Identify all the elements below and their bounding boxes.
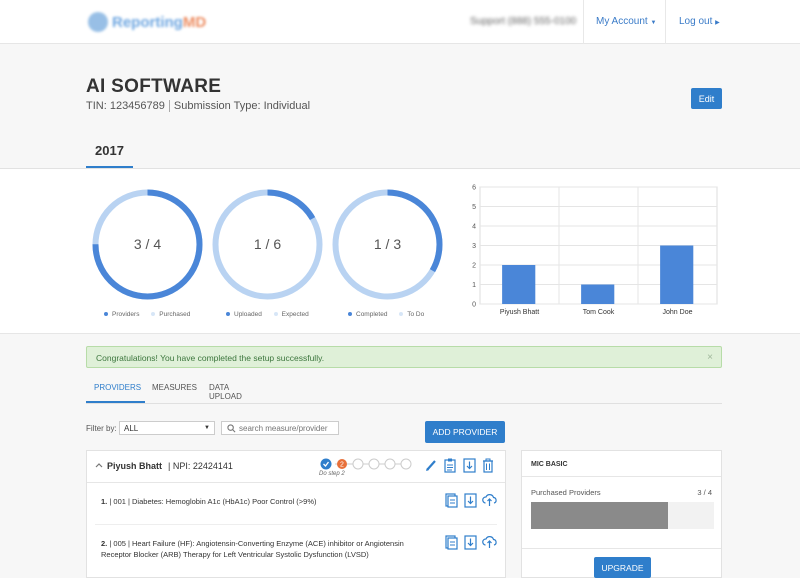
practice-subtitle: TIN: 123456789 Submission Type: Individua… [86, 100, 311, 113]
uploads-legend: Uploaded Expected [226, 311, 319, 318]
x-tick-label: Tom Cook [583, 309, 615, 316]
logo-mark-icon [88, 12, 108, 32]
edit-button[interactable]: Edit [691, 88, 722, 109]
measure-row: 1. | 001 | Diabetes: Hemoglobin A1c (HbA… [101, 497, 317, 506]
filter-label: Filter by: [86, 424, 117, 433]
cloud-upload-icon[interactable] [482, 535, 497, 549]
y-tick-label: 2 [472, 263, 476, 270]
y-tick-label: 1 [472, 282, 476, 289]
search-input[interactable] [239, 423, 337, 434]
donut-value: 3 / 4 [133, 236, 162, 252]
bar [502, 265, 536, 304]
y-tick-label: 3 [472, 243, 476, 250]
subscription-panel: MIC BASIC Purchased Providers 3 / 4 UPGR… [521, 450, 722, 578]
divider [168, 100, 170, 113]
cloud-upload-icon[interactable] [482, 493, 497, 507]
y-tick-label: 4 [472, 224, 476, 231]
donut-value: 1 / 3 [373, 236, 402, 252]
provider-card-header: Piyush Bhatt | NPI: 22424141 2 Do step 2 [87, 451, 505, 483]
pencil-icon[interactable] [425, 458, 437, 472]
bar [660, 245, 694, 304]
logout-link[interactable]: Log out ▶ [679, 16, 720, 27]
file-upload-icon[interactable] [445, 535, 458, 550]
search-icon [227, 424, 236, 433]
alert-message: Congratulations! You have completed the … [96, 353, 325, 363]
check-icon [320, 458, 332, 470]
chevron-up-icon[interactable] [95, 462, 103, 468]
download-icon[interactable] [464, 493, 477, 508]
logo[interactable]: ReportingMD [88, 8, 206, 36]
purchased-providers-count: 3 / 4 [697, 488, 712, 497]
nav-divider [583, 0, 584, 44]
filter-selected-value: ALL [124, 424, 139, 433]
purchased-progress-track [531, 502, 714, 529]
providers-donut: 3 / 4 [90, 187, 205, 302]
close-icon[interactable]: × [707, 352, 713, 363]
file-upload-icon[interactable] [445, 493, 458, 508]
purchased-progress-fill [531, 502, 669, 529]
caret-down-icon: ▼ [650, 20, 657, 26]
tin-text: TIN: 123456789 [86, 100, 165, 112]
y-tick-label: 6 [472, 185, 476, 192]
top-bar: ReportingMD Support (888) 555-0100 My Ac… [0, 0, 800, 44]
caret-right-icon: ▶ [715, 20, 720, 26]
tab-year[interactable]: 2017 [86, 143, 133, 169]
provider-npi: | NPI: 22424141 [168, 461, 233, 471]
search-box[interactable] [221, 421, 339, 435]
my-account-menu[interactable]: My Account ▼ [596, 16, 656, 27]
completed-donut: 1 / 3 [330, 187, 445, 302]
uploads-donut: 1 / 6 [210, 187, 325, 302]
support-phone: Support (888) 555-0100 [470, 16, 577, 27]
trash-icon[interactable] [482, 458, 494, 473]
tab-measures[interactable]: MEASURES [152, 383, 197, 404]
donut-value: 1 / 6 [253, 236, 282, 252]
step-badge-number: 2 [340, 462, 344, 469]
download-icon[interactable] [464, 535, 477, 550]
tab-providers[interactable]: PROVIDERS [86, 383, 145, 404]
y-tick-label: 0 [472, 302, 476, 309]
step-caption: Do step 2 [319, 471, 345, 477]
divider [86, 403, 722, 404]
measure-row: 2. | 005 | Heart Failure (HF): Angiotens… [101, 539, 404, 559]
page-title: AI SOFTWARE [86, 76, 222, 97]
nav-divider [665, 0, 666, 44]
bar-chart-svg: 0 1 2 3 4 5 6 Piyush Bhatt Tom Cook John Doe [472, 185, 718, 316]
x-tick-label: Piyush Bhatt [500, 309, 539, 316]
add-provider-button[interactable]: ADD PROVIDER [425, 421, 505, 443]
plan-title: MIC BASIC [531, 461, 568, 468]
divider [522, 548, 721, 549]
caret-down-icon: ▼ [204, 425, 210, 431]
progress-steps: 2 [320, 458, 412, 470]
provider-name: Piyush Bhatt [107, 461, 163, 471]
logo-text: ReportingMD [112, 13, 207, 31]
provider-card: Piyush Bhatt | NPI: 22424141 2 Do step 2… [86, 450, 506, 578]
clipboard-icon[interactable] [444, 458, 456, 473]
submission-type-text: Submission Type: Individual [173, 100, 311, 112]
divider [522, 476, 721, 477]
provider-bar-chart: 0 1 2 3 4 5 6 Piyush Bhatt Tom Cook John Doe [465, 181, 725, 321]
filter-select[interactable]: ALL ▼ [119, 421, 215, 435]
success-alert: Congratulations! You have completed the … [86, 346, 722, 368]
tab-data-upload[interactable]: DATA UPLOAD [209, 383, 242, 404]
bar [581, 284, 615, 304]
completed-legend: Completed To Do [348, 311, 434, 318]
x-tick-label: John Doe [663, 309, 693, 316]
download-icon[interactable] [463, 458, 476, 473]
y-tick-label: 5 [472, 204, 476, 211]
divider [95, 524, 497, 525]
purchased-providers-label: Purchased Providers [531, 488, 601, 497]
providers-legend: Providers Purchased [104, 311, 200, 318]
upgrade-button[interactable]: UPGRADE [594, 557, 651, 578]
stats-panel: 3 / 4 Providers Purchased 1 / 6 Uploaded… [0, 169, 800, 334]
